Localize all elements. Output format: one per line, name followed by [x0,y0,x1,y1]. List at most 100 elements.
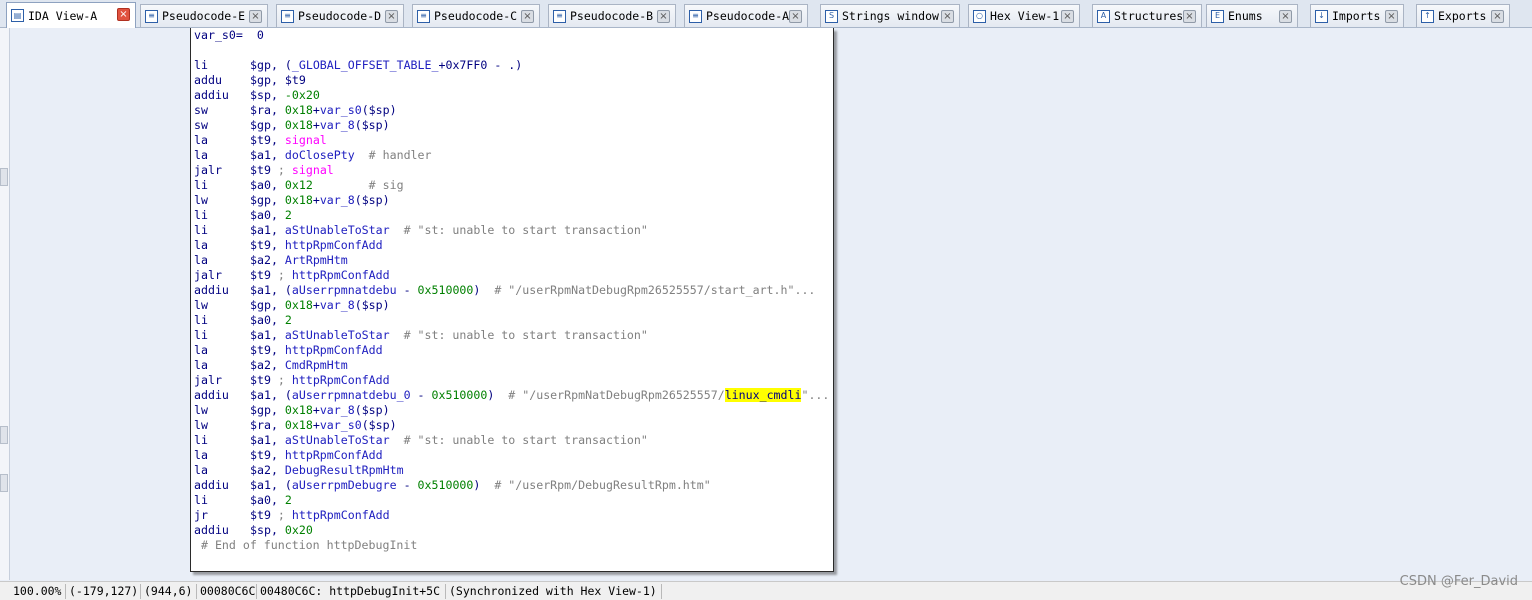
code-block-node[interactable]: var_s0= 0 li $gp, (_GLOBAL_OFFSET_TABLE_+… [190,28,834,572]
tab-label: Hex View-1 [990,9,1060,23]
code-line[interactable]: la $t9, httpRpmConfAdd [194,238,383,253]
operand-part[interactable]: httpRpmConfAdd [285,448,383,462]
code-line[interactable]: li $gp, (_GLOBAL_OFFSET_TABLE_+0x7FF0 - .… [194,58,522,73]
tab-strings-window[interactable]: S Strings window × [820,4,960,27]
operand-part[interactable]: _GLOBAL_OFFSET_TABLE_ [292,58,439,72]
code-line[interactable]: jalr $t9 ; httpRpmConfAdd [194,373,390,388]
code-line[interactable]: lw $gp, 0x18+var_8($sp) [194,193,390,208]
operand-part[interactable]: httpRpmConfAdd [292,508,390,522]
strings-icon: S [825,9,838,23]
code-line[interactable]: addiu $sp, -0x20 [194,88,320,103]
code-line[interactable]: la $a2, ArtRpmHtm [194,253,348,268]
operand-part[interactable]: httpRpmConfAdd [285,343,383,357]
operand-part[interactable]: httpRpmConfAdd [292,373,390,387]
code-line[interactable]: lw $gp, 0x18+var_8($sp) [194,403,390,418]
operand-part[interactable]: doClosePty [285,148,355,162]
operand-part[interactable]: var_s0 [320,103,362,117]
code-line[interactable]: li $a0, 0x12 # sig [194,178,404,193]
operand-part[interactable]: signal [292,163,334,177]
tab-ida-view-a[interactable]: ▤ IDA View-A × [6,2,136,28]
var-declaration: var_s0= 0 [194,28,264,43]
close-icon[interactable]: × [1385,10,1398,23]
operand-part[interactable]: CmdRpmHtm [285,358,348,372]
code-line[interactable]: sw $gp, 0x18+var_8($sp) [194,118,390,133]
close-icon[interactable]: × [1279,10,1292,23]
code-line[interactable]: lw $gp, 0x18+var_8($sp) [194,298,390,313]
code-line[interactable]: li $a0, 2 [194,208,292,223]
code-line[interactable]: addu $gp, $t9 [194,73,306,88]
code-line[interactable]: addiu $a1, (aUserrpmDebugre - 0x510000) #… [194,478,711,493]
code-line[interactable]: li $a1, aStUnableToStar # "st: unable to … [194,328,648,343]
operand-part[interactable]: aUserrpmnatdebu_0 [292,388,411,402]
tab-label: Strings window [842,9,939,23]
operand-part[interactable]: var_8 [320,298,355,312]
code-line[interactable]: sw $ra, 0x18+var_s0($sp) [194,103,397,118]
operand-part[interactable]: var_8 [320,118,355,132]
highlighted-text: linux_cmdli [724,388,802,402]
code-line[interactable]: addiu $a1, (aUserrpmnatdebu - 0x510000) #… [194,283,815,298]
operand-part: $gp, [250,193,285,207]
code-line[interactable]: addiu $sp, 0x20 [194,523,313,538]
code-line[interactable]: jalr $t9 ; signal [194,163,334,178]
close-icon[interactable]: × [657,10,670,23]
operand-part[interactable]: aUserrpmDebugre [292,478,397,492]
code-line[interactable]: addiu $a1, (aUserrpmnatdebu_0 - 0x510000)… [194,388,829,403]
tab-label: Pseudocode-A [706,9,790,23]
tab-pseudocode-e[interactable]: ≡ Pseudocode-E × [140,4,268,27]
close-icon[interactable]: × [1061,10,1074,23]
code-line[interactable]: jr $t9 ; httpRpmConfAdd [194,508,390,523]
graph-view[interactable]: var_s0= 0 li $gp, (_GLOBAL_OFFSET_TABLE_+… [10,28,1532,580]
operand-part[interactable]: aStUnableToStar [285,433,390,447]
code-line[interactable]: lw $ra, 0x18+var_s0($sp) [194,418,397,433]
code-line[interactable]: la $a2, CmdRpmHtm [194,358,348,373]
tab-pseudocode-a[interactable]: ≡ Pseudocode-A × [684,4,808,27]
code-line[interactable]: li $a1, aStUnableToStar # "st: unable to … [194,433,648,448]
operand-part: 0x510000 [431,388,488,402]
tab-structures[interactable]: A Structures × [1092,4,1202,27]
close-icon[interactable]: × [385,10,398,23]
code-line[interactable]: li $a0, 2 [194,313,292,328]
operand-part: $a1, ( [250,478,292,492]
operand-part[interactable]: aUserrpmnatdebu [292,283,397,297]
operand-part[interactable]: var_s0 [320,418,362,432]
operand-part: + [312,118,320,132]
operand-part: 0x510000 [417,478,474,492]
tab-pseudocode-d[interactable]: ≡ Pseudocode-D × [276,4,404,27]
code-line[interactable]: la $a2, DebugResultRpmHtm [194,463,404,478]
close-icon[interactable]: × [117,8,130,21]
tab-label: Exports [1438,9,1487,23]
tab-pseudocode-b[interactable]: ≡ Pseudocode-B × [548,4,676,27]
close-icon[interactable]: × [521,10,534,23]
instruction-mnemonic: jalr [194,163,222,177]
operand-part[interactable]: ArtRpmHtm [285,253,348,267]
tab-exports[interactable]: ↑ Exports × [1416,4,1510,27]
operand-part[interactable]: var_8 [320,403,355,417]
tab-imports[interactable]: ↓ Imports × [1310,4,1404,27]
tab-label: IDA View-A [28,8,98,23]
code-line[interactable]: li $a1, aStUnableToStar # "st: unable to … [194,223,648,238]
tab-enums[interactable]: E Enums × [1206,4,1298,27]
code-line[interactable]: la $t9, httpRpmConfAdd [194,343,383,358]
code-line[interactable]: jalr $t9 ; httpRpmConfAdd [194,268,390,283]
operand-part[interactable]: aStUnableToStar [285,328,390,342]
close-icon[interactable]: × [941,10,954,23]
operand-part[interactable]: DebugResultRpmHtm [285,463,404,477]
operand-part[interactable]: httpRpmConfAdd [285,238,383,252]
operand-part: $gp, $t9 [250,73,306,87]
code-line[interactable]: la $t9, signal [194,133,327,148]
operand-part[interactable]: httpRpmConfAdd [292,268,390,282]
close-icon[interactable]: × [1183,10,1196,23]
tab-pseudocode-c[interactable]: ≡ Pseudocode-C × [412,4,540,27]
operand-part[interactable]: var_8 [320,193,355,207]
code-line[interactable]: li $a0, 2 [194,493,292,508]
operand-part: 2 [284,313,292,327]
code-line[interactable]: la $a1, doClosePty # handler [194,148,432,163]
code-line[interactable]: la $t9, httpRpmConfAdd [194,448,383,463]
operand-part[interactable]: signal [285,133,327,147]
operand-part: ($sp) [354,118,390,132]
close-icon[interactable]: × [1491,10,1504,23]
tab-hex-view-1[interactable]: ○ Hex View-1 × [968,4,1080,27]
close-icon[interactable]: × [249,10,262,23]
operand-part[interactable]: aStUnableToStar [285,223,390,237]
close-icon[interactable]: × [789,10,802,23]
